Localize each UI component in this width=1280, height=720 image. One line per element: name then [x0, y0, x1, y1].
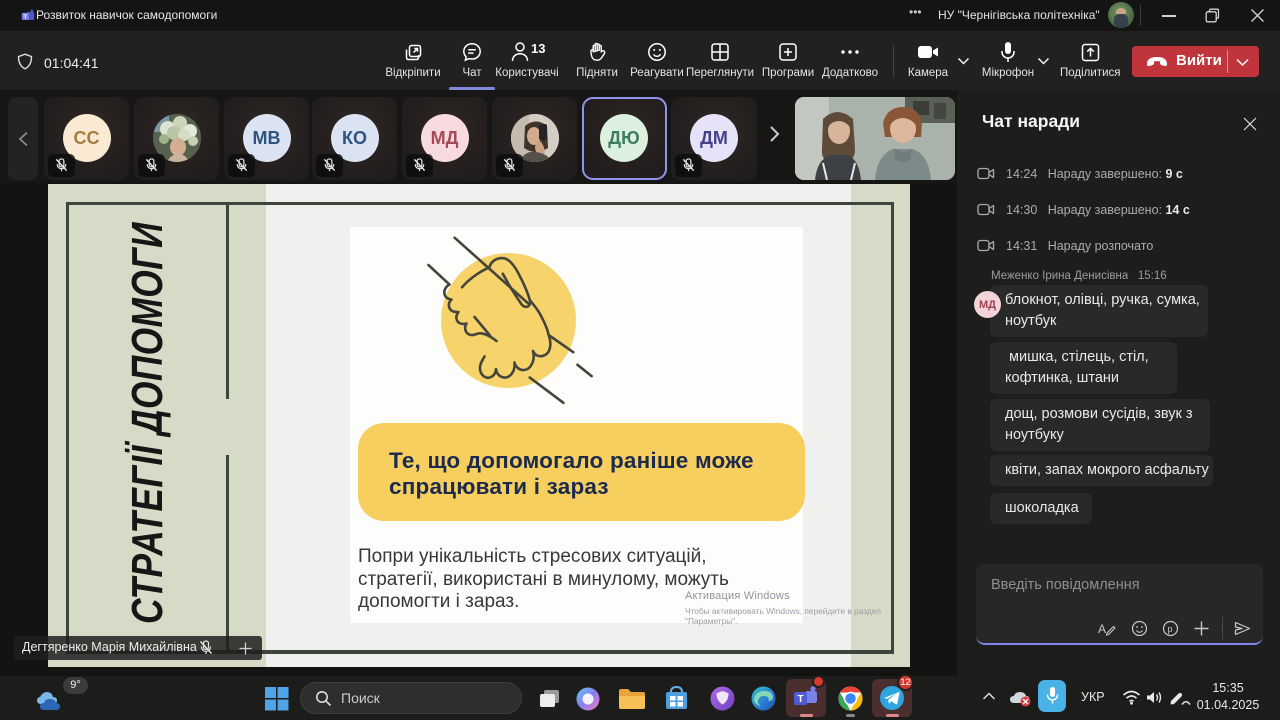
svg-text:A: A — [1098, 622, 1106, 636]
svg-text:p: p — [1168, 624, 1173, 634]
svg-text:13: 13 — [531, 41, 545, 56]
svg-text:T: T — [23, 14, 27, 20]
svg-text:T: T — [797, 694, 803, 705]
